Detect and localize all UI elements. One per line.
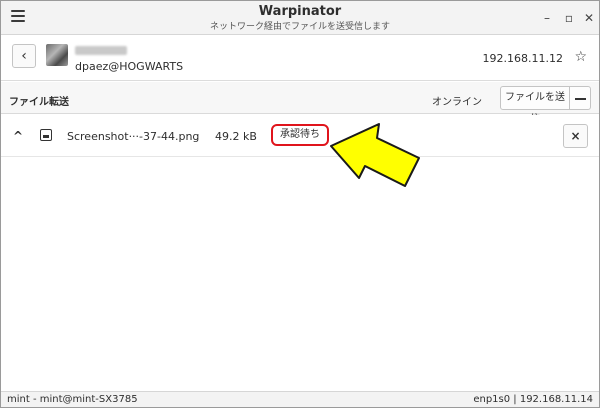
chevron-up-icon[interactable]: ^	[13, 129, 23, 143]
local-user-info: mint - mint@mint-SX3785	[7, 394, 138, 405]
local-network-info: enp1s0 | 192.168.11.14	[473, 394, 593, 405]
transfer-row: ^ Screenshot···-37-44.png 49.2 kB 承認待ち ×	[1, 115, 599, 157]
peer-username: dpaez@HOGWARTS	[75, 60, 184, 73]
transfer-list: ^ Screenshot···-37-44.png 49.2 kB 承認待ち ×	[1, 115, 599, 391]
maximize-button[interactable]: ▫	[561, 10, 577, 26]
window-title: Warpinator	[258, 4, 342, 19]
avatar	[46, 44, 68, 66]
minimize-button[interactable]: –	[539, 10, 555, 26]
close-window-button[interactable]: ✕	[581, 10, 597, 26]
blurred-display-name	[75, 46, 127, 55]
transfer-menu-button[interactable]	[569, 86, 591, 110]
send-file-button[interactable]: ファイルを送信	[500, 86, 570, 125]
minus-icon	[575, 98, 586, 100]
status-bar: mint - mint@mint-SX3785 enp1s0 | 192.168…	[1, 391, 599, 407]
favorite-star-icon[interactable]: ☆	[574, 49, 587, 65]
section-title: ファイル転送	[9, 97, 69, 108]
window-subtitle: ネットワーク経由でファイルを送受信します	[209, 22, 390, 32]
peer-header: ‹ dpaez@HOGWARTS 192.168.11.12 ☆	[1, 36, 599, 81]
warpinator-window: Warpinator ネットワーク経由でファイルを送受信します – ▫ ✕ ‹ …	[0, 0, 600, 408]
title-bar: Warpinator ネットワーク経由でファイルを送受信します – ▫ ✕	[1, 1, 599, 35]
peer-ip-address: 192.168.11.12	[482, 52, 563, 65]
online-status: オンライン	[432, 97, 482, 108]
transfer-filesize: 49.2 kB	[215, 130, 257, 143]
pointer-arrow-annotation	[330, 123, 420, 187]
transfer-toolbar: ファイル転送 オンライン ファイルを送信	[1, 82, 599, 125]
arrow-shape	[330, 123, 420, 187]
transfer-filename: Screenshot···-37-44.png	[67, 130, 200, 143]
cancel-transfer-button[interactable]: ×	[563, 124, 588, 148]
back-button[interactable]: ‹	[12, 44, 36, 68]
image-file-icon	[40, 129, 52, 141]
